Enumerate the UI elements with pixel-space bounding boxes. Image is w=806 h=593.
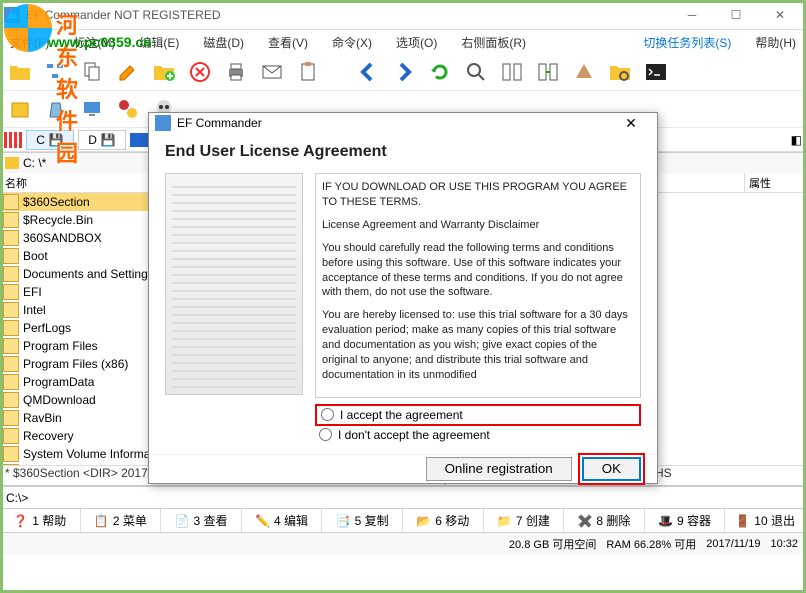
command-line[interactable]: C:\> [0, 486, 806, 508]
copy-button[interactable] [76, 56, 108, 88]
delete-button[interactable] [184, 56, 216, 88]
menu-file[interactable]: 文件(F) [4, 32, 55, 53]
accept-label: I accept the agreement [340, 408, 463, 422]
menu-command[interactable]: 命令(X) [326, 32, 378, 53]
fkey-5[interactable]: 📑5 复制 [322, 509, 403, 532]
eula-preview-image [165, 173, 303, 395]
maximize-button[interactable]: ☐ [714, 1, 758, 29]
function-keys: ❓1 帮助📋2 菜单📄3 查看✏️4 编辑📑5 复制📂6 移动📁7 创建✖️8 … [0, 508, 806, 532]
app-icon [4, 7, 20, 23]
window-title: EF Commander NOT REGISTERED [26, 8, 670, 22]
tree-button[interactable] [40, 56, 72, 88]
ok-button[interactable]: OK [582, 457, 641, 481]
reject-radio-row[interactable]: I don't accept the agreement [315, 426, 641, 444]
online-registration-button[interactable]: Online registration [426, 457, 572, 481]
eula-heading: End User License Agreement [165, 143, 641, 161]
compare-button[interactable] [496, 56, 528, 88]
printer-button[interactable] [220, 56, 252, 88]
reject-label: I don't accept the agreement [338, 428, 490, 442]
toolbar-main [0, 54, 806, 91]
status-space: 20.8 GB 可用空间 [509, 536, 596, 552]
fkey-8[interactable]: ✖️8 删除 [564, 509, 645, 532]
menu-disk[interactable]: 磁盘(D) [197, 32, 250, 53]
menu-options[interactable]: 选项(O) [390, 32, 443, 53]
find-files-button[interactable] [604, 56, 636, 88]
fkey-3[interactable]: 📄3 查看 [161, 509, 242, 532]
fkey-10[interactable]: 🚪10 退出 [725, 509, 806, 532]
fkey-9[interactable]: 🎩9 容器 [645, 509, 726, 532]
panel-toggle-icon[interactable]: ◧ [791, 133, 802, 147]
menu-edit[interactable]: 编辑(E) [133, 32, 185, 53]
fkey-7[interactable]: 📁7 创建 [484, 509, 565, 532]
search-button[interactable] [460, 56, 492, 88]
accept-radio[interactable] [321, 408, 334, 421]
fkey-2[interactable]: 📋2 菜单 [81, 509, 162, 532]
col-name[interactable]: 名称 [1, 173, 154, 192]
accept-radio-row[interactable]: I accept the agreement [315, 404, 641, 426]
menu-rightpanel[interactable]: 右侧面板(R) [455, 32, 532, 53]
statusbar: 20.8 GB 可用空间 RAM 66.28% 可用 2017/11/19 10… [0, 532, 806, 554]
dialog-close-button[interactable]: ✕ [611, 115, 651, 132]
terminal-button[interactable] [640, 56, 672, 88]
clipboard-button[interactable] [292, 56, 324, 88]
back-button[interactable] [352, 56, 384, 88]
fkey-4[interactable]: ✏️4 编辑 [242, 509, 323, 532]
edit-button[interactable] [112, 56, 144, 88]
split-button[interactable] [112, 93, 144, 125]
minimize-button[interactable]: ─ [670, 1, 714, 29]
status-time: 10:32 [770, 538, 798, 550]
mail-button[interactable] [256, 56, 288, 88]
disk-button[interactable] [568, 56, 600, 88]
close-button[interactable]: ✕ [758, 1, 802, 29]
computer-button[interactable] [76, 93, 108, 125]
fkey-1[interactable]: ❓1 帮助 [0, 509, 81, 532]
eula-dialog: EF Commander ✕ End User License Agreemen… [148, 112, 658, 484]
menu-switch-tasklist[interactable]: 切换任务列表(S) [637, 32, 737, 53]
drive-c-button[interactable]: C💾 [26, 130, 74, 150]
recycle-button[interactable] [40, 93, 72, 125]
menubar: 文件(F) 标注(M) 编辑(E) 磁盘(D) 查看(V) 命令(X) 选项(O… [0, 30, 806, 54]
forward-button[interactable] [388, 56, 420, 88]
grid-icon[interactable] [4, 132, 22, 148]
reject-radio[interactable] [319, 428, 332, 441]
folder-button[interactable] [4, 56, 36, 88]
desktop-icon[interactable] [130, 133, 148, 147]
archive-button[interactable] [4, 93, 36, 125]
menu-help[interactable]: 帮助(H) [749, 32, 802, 53]
sync-button[interactable] [532, 56, 564, 88]
dialog-title: EF Commander [177, 116, 611, 130]
status-date: 2017/11/19 [706, 538, 760, 550]
menu-mark[interactable]: 标注(M) [67, 32, 121, 53]
refresh-button[interactable] [424, 56, 456, 88]
dialog-icon [155, 115, 171, 131]
drive-d-button[interactable]: D💾 [78, 130, 126, 150]
fkey-6[interactable]: 📂6 移动 [403, 509, 484, 532]
menu-view[interactable]: 查看(V) [262, 32, 314, 53]
status-ram: RAM 66.28% 可用 [606, 536, 696, 552]
eula-text[interactable]: IF YOU DOWNLOAD OR USE THIS PROGRAM YOU … [315, 173, 641, 397]
titlebar: EF Commander NOT REGISTERED ─ ☐ ✕ [0, 0, 806, 30]
new-folder-button[interactable] [148, 56, 180, 88]
